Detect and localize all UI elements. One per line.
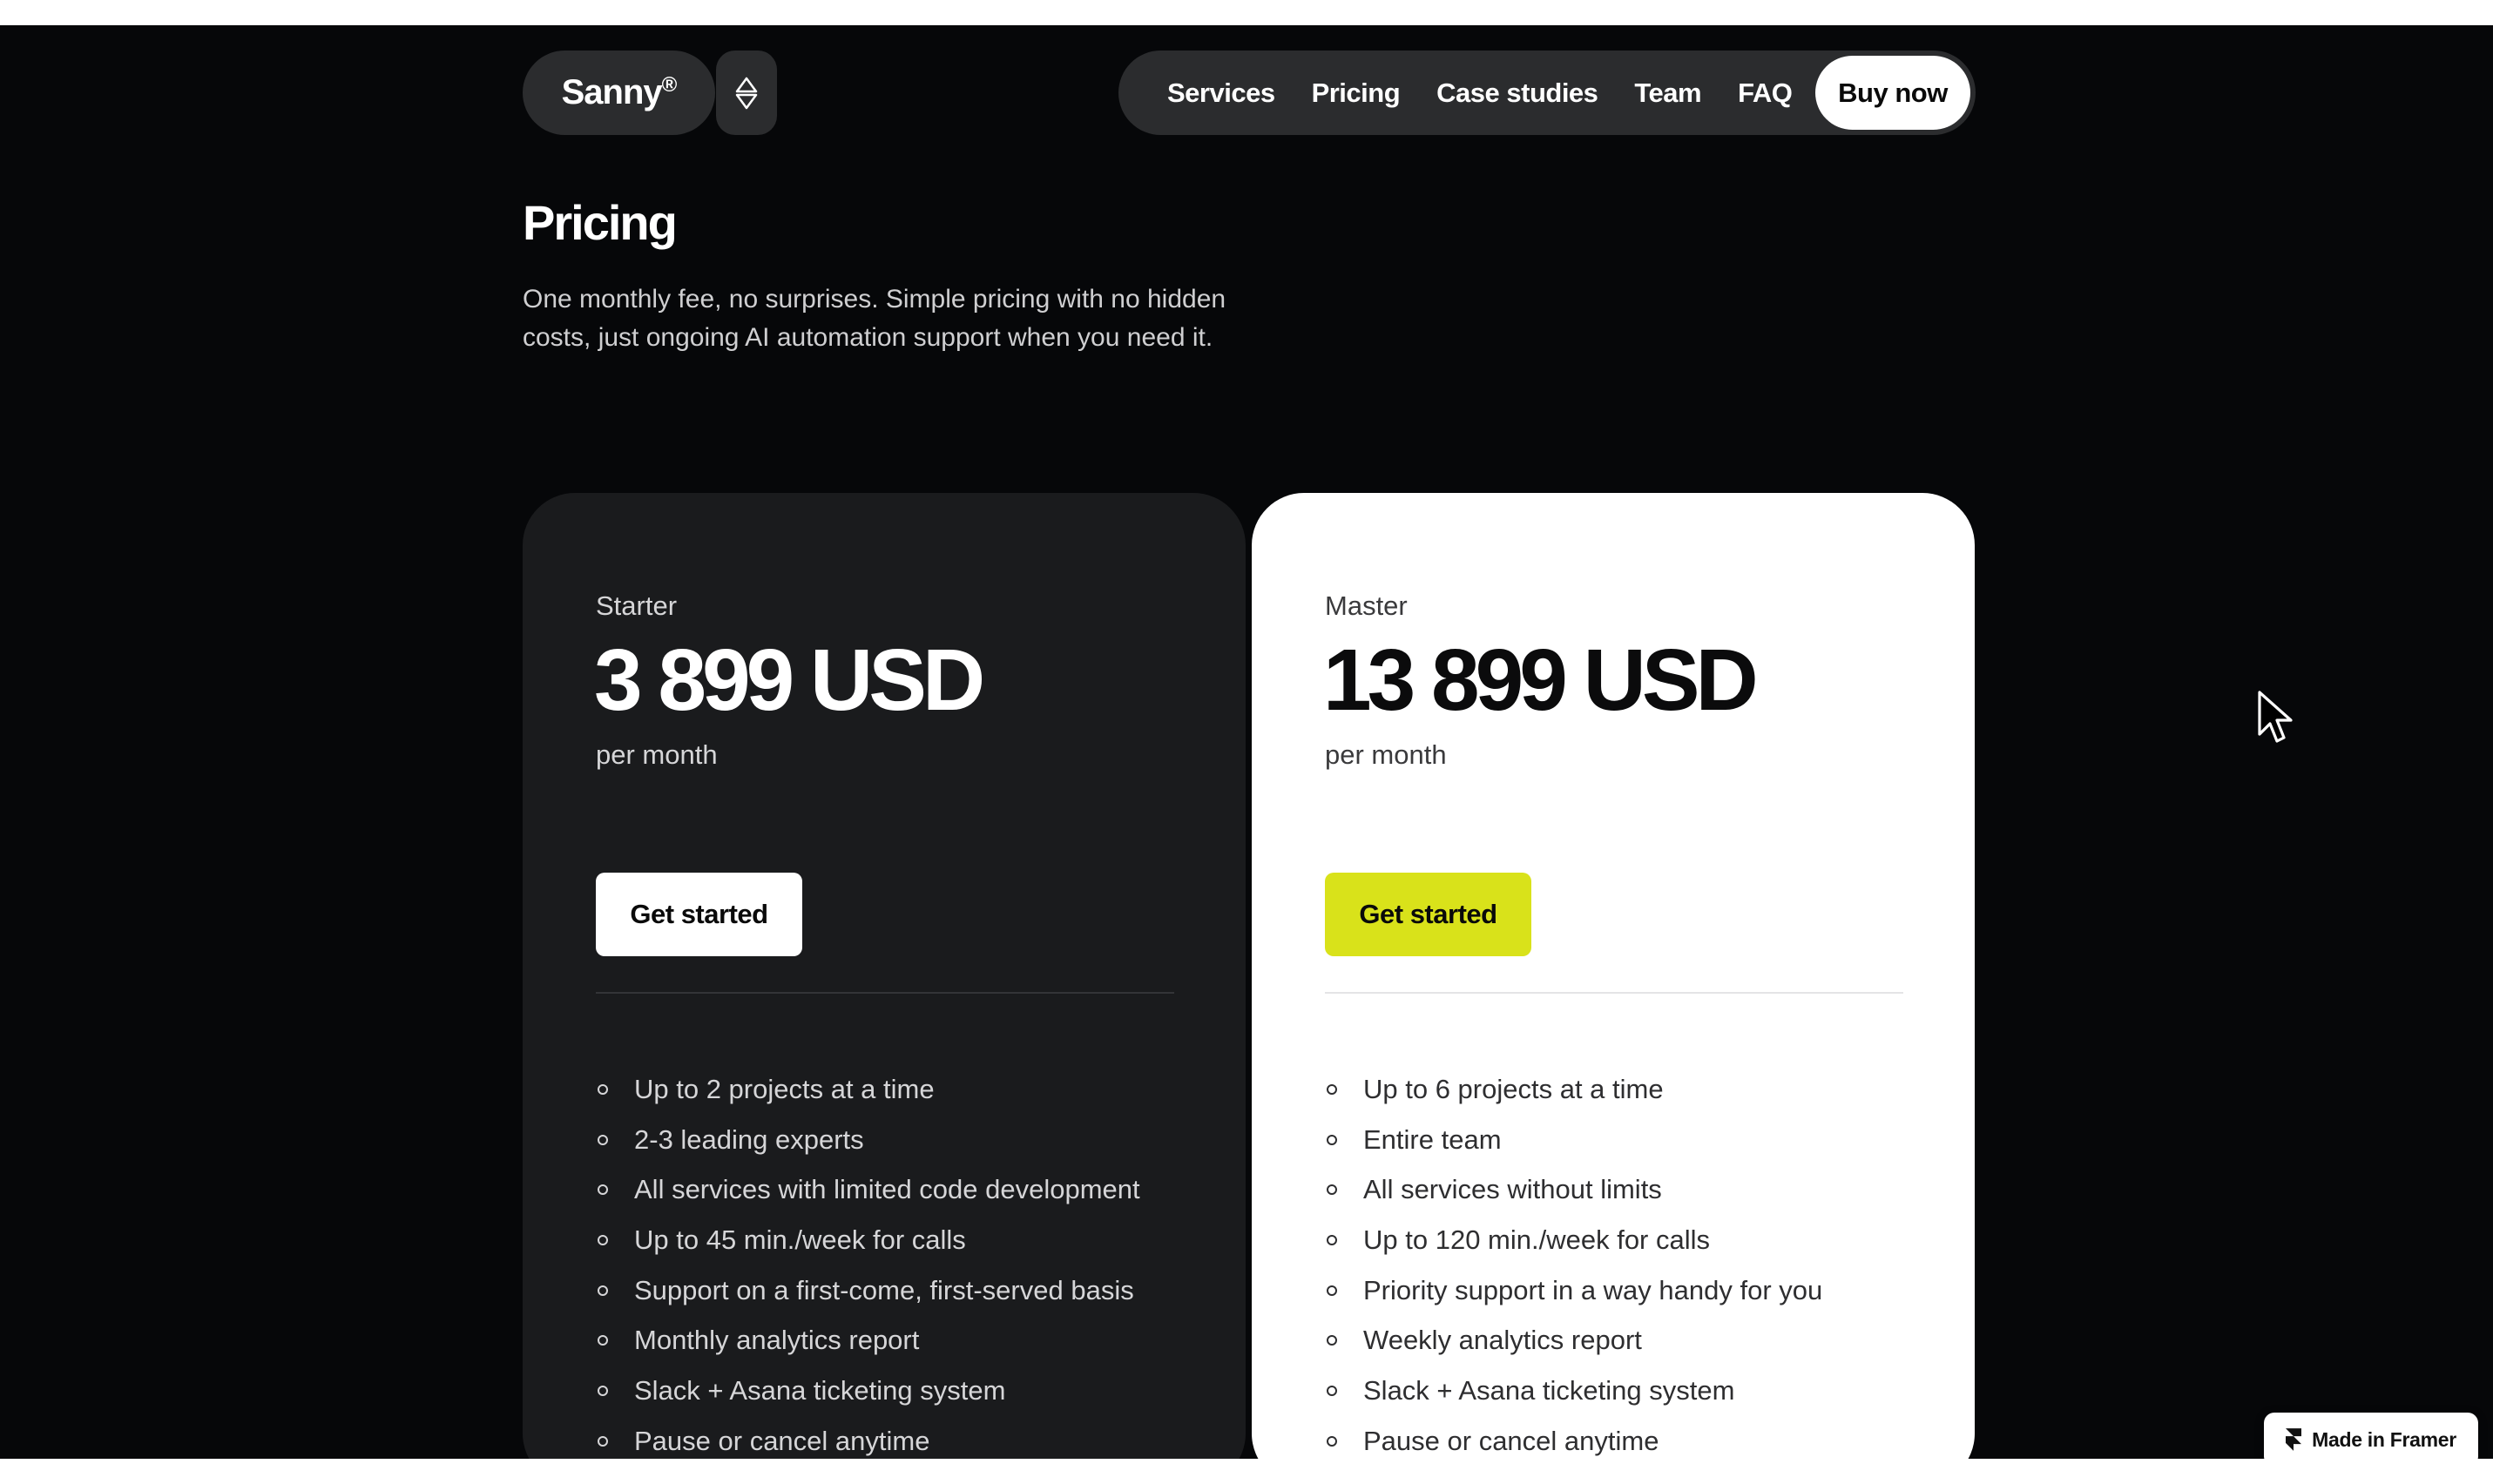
plan-name: Master — [1325, 590, 1408, 621]
feature-item: Up to 2 projects at a time — [596, 1064, 1140, 1115]
logo: Sanny® — [561, 73, 678, 111]
circle-bullet-icon — [598, 1184, 608, 1196]
plan-price: 3 899 USD — [594, 631, 985, 729]
circle-bullet-icon — [598, 1234, 608, 1245]
circle-bullet-icon — [598, 1385, 608, 1396]
framer-icon — [2286, 1428, 2302, 1451]
circle-bullet-icon — [1327, 1335, 1337, 1346]
mouse-cursor-icon — [2258, 691, 2293, 743]
buy-now-button[interactable]: Buy now — [1815, 56, 1970, 130]
divider — [1325, 992, 1903, 994]
nav-case-studies[interactable]: Case studies — [1436, 78, 1598, 109]
starter-plan-card: Starter 3 899 USD per month Get started … — [523, 493, 1246, 1459]
nav-faq[interactable]: FAQ — [1738, 78, 1793, 109]
divider — [596, 992, 1174, 994]
feature-list: Up to 2 projects at a time 2-3 leading e… — [596, 1064, 1140, 1459]
circle-bullet-icon — [1327, 1285, 1337, 1296]
starter-get-started-button[interactable]: Get started — [596, 873, 802, 956]
plan-period: per month — [1325, 739, 1447, 770]
feature-item: Slack + Asana ticketing system — [1325, 1366, 1822, 1416]
circle-bullet-icon — [598, 1134, 608, 1145]
circle-bullet-icon — [1327, 1083, 1337, 1095]
nav-pricing[interactable]: Pricing — [1312, 78, 1401, 109]
circle-bullet-icon — [1327, 1234, 1337, 1245]
circle-bullet-icon — [598, 1435, 608, 1447]
feature-item: Pause or cancel anytime — [1325, 1416, 1822, 1459]
feature-item: Entire team — [1325, 1115, 1822, 1165]
page-title: Pricing — [523, 195, 678, 250]
badge-label: Made in Framer — [2312, 1427, 2456, 1451]
plan-name: Starter — [596, 590, 678, 621]
made-in-framer-badge[interactable]: Made in Framer — [2264, 1413, 2478, 1459]
plan-price: 13 899 USD — [1323, 631, 1759, 729]
intro-description: One monthly fee, no surprises. Simple pr… — [523, 285, 1226, 352]
circle-bullet-icon — [598, 1285, 608, 1296]
feature-item: Up to 120 min./week for calls — [1325, 1215, 1822, 1265]
feature-item: All services with limited code developme… — [596, 1164, 1140, 1215]
feature-item: 2-3 leading experts — [596, 1115, 1140, 1165]
feature-item: Slack + Asana ticketing system — [596, 1366, 1140, 1416]
feature-item: Priority support in a way handy for you — [1325, 1265, 1822, 1316]
theme-toggle-button[interactable] — [716, 51, 777, 135]
plan-period: per month — [596, 739, 718, 770]
nav-team[interactable]: Team — [1634, 78, 1701, 109]
master-plan-card: Master 13 899 USD per month Get started … — [1252, 493, 1975, 1459]
feature-list: Up to 6 projects at a time Entire team A… — [1325, 1064, 1822, 1459]
feature-item: Weekly analytics report — [1325, 1315, 1822, 1366]
nav-services[interactable]: Services — [1167, 78, 1275, 109]
feature-item: Monthly analytics report — [596, 1315, 1140, 1366]
diamond-arrows-icon — [735, 77, 758, 109]
feature-item: All services without limits — [1325, 1164, 1822, 1215]
feature-item: Pause or cancel anytime — [596, 1416, 1140, 1459]
circle-bullet-icon — [1327, 1435, 1337, 1447]
page: Sanny® Services Pricing Case studies Tea… — [0, 25, 2493, 1459]
feature-item: Support on a first-come, first-served ba… — [596, 1265, 1140, 1316]
feature-item: Up to 45 min./week for calls — [596, 1215, 1140, 1265]
circle-bullet-icon — [598, 1335, 608, 1346]
logo-link[interactable]: Sanny® — [523, 51, 715, 135]
feature-item: Up to 6 projects at a time — [1325, 1064, 1822, 1115]
circle-bullet-icon — [1327, 1184, 1337, 1196]
master-get-started-button[interactable]: Get started — [1325, 873, 1531, 956]
circle-bullet-icon — [598, 1083, 608, 1095]
main-nav: Services Pricing Case studies Team FAQ B… — [1118, 51, 1976, 135]
circle-bullet-icon — [1327, 1385, 1337, 1396]
circle-bullet-icon — [1327, 1134, 1337, 1145]
